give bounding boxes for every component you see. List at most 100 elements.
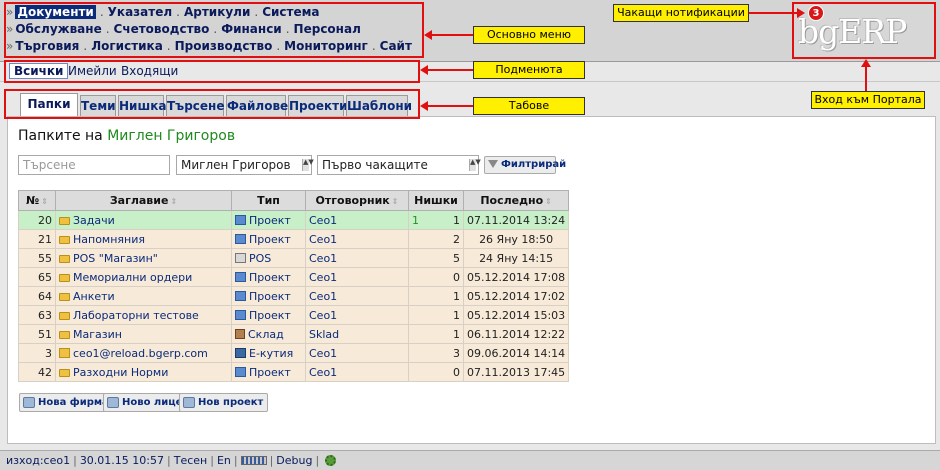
row-last-cell: 07.11.2014 13:24	[462, 210, 570, 230]
row-title-cell[interactable]: Разходни Норми	[55, 362, 232, 382]
row-title-cell[interactable]: ceo1@reload.bgerp.com	[55, 343, 232, 363]
row-number: 63	[18, 305, 56, 325]
row-last-cell: 24 Яну 14:15	[462, 248, 570, 268]
responsible-link[interactable]: Ceo1	[309, 290, 337, 303]
row-number: 64	[18, 286, 56, 306]
row-title-cell[interactable]: Магазин	[55, 324, 232, 344]
notifications-label: Чакащи нотификации	[613, 4, 749, 22]
debug-link[interactable]: Debug	[276, 454, 312, 467]
row-threads-cell: 1	[408, 324, 464, 344]
type-link[interactable]: Проект	[249, 366, 291, 379]
new-person-button[interactable]: Ново лице	[103, 393, 188, 412]
responsible-link[interactable]: Sklad	[309, 328, 339, 341]
col-header-threads: Нишки	[408, 190, 464, 211]
page-title-prefix: Папките на	[18, 128, 103, 144]
type-link[interactable]: Проект	[249, 290, 291, 303]
new-project-button[interactable]: Нов проект	[179, 393, 269, 412]
folder-icon	[59, 235, 70, 244]
person-icon	[107, 397, 119, 408]
type-link[interactable]: Проект	[249, 309, 291, 322]
filter-button[interactable]: Филтрирай	[484, 156, 566, 174]
col-header-responsible[interactable]: Отговорник ⇕	[305, 190, 409, 211]
barcode-icon[interactable]	[240, 456, 267, 465]
gear-icon[interactable]	[325, 455, 337, 466]
row-responsible-cell: Ceo1	[305, 362, 409, 382]
row-title-cell[interactable]: POS "Магазин"	[55, 248, 232, 268]
user-select[interactable]: Миглен Григоров ▲▼	[176, 155, 314, 175]
col-header-number[interactable]: № ⇕	[18, 190, 56, 211]
folder-link[interactable]: ceo1@reload.bgerp.com	[73, 347, 208, 360]
folder-link[interactable]: Задачи	[73, 214, 115, 227]
row-title-cell[interactable]: Анкети	[55, 286, 232, 306]
responsible-link[interactable]: Ceo1	[309, 347, 337, 360]
row-number: 55	[18, 248, 56, 268]
type-link[interactable]: Проект	[249, 271, 291, 284]
type-link[interactable]: Проект	[249, 214, 291, 227]
row-type-cell: Склад	[231, 324, 306, 344]
funnel-icon	[488, 160, 498, 168]
chevron-down-icon: ▲▼	[469, 159, 481, 171]
search-input[interactable]: Търсене	[18, 155, 170, 175]
folder-link[interactable]: Разходни Норми	[73, 366, 168, 379]
threads-count: 1	[453, 308, 460, 322]
project-icon	[235, 271, 246, 282]
col-header-title[interactable]: Заглавие ⇕	[55, 190, 232, 211]
type-link[interactable]: Склад	[248, 328, 284, 341]
new-company-button[interactable]: Нова фирма	[19, 393, 114, 412]
project-icon	[235, 309, 246, 320]
responsible-link[interactable]: Ceo1	[309, 366, 337, 379]
store-icon	[235, 328, 245, 339]
folder-icon	[59, 330, 70, 339]
row-responsible-cell: Ceo1	[305, 286, 409, 306]
row-title-cell[interactable]: Задачи	[55, 210, 232, 230]
threads-count: 1	[453, 213, 460, 227]
logout-link[interactable]: изход:ceo1	[6, 454, 70, 467]
order-select[interactable]: Първо чакащите ▲▼	[317, 155, 481, 175]
col-header-last[interactable]: Последно ⇕	[462, 190, 570, 211]
row-number: 3	[18, 343, 56, 363]
folder-link[interactable]: Магазин	[73, 328, 122, 341]
folder-link[interactable]: Анкети	[73, 290, 115, 303]
narrow-mode-link[interactable]: Тесен	[174, 454, 208, 467]
responsible-link[interactable]: Ceo1	[309, 271, 337, 284]
folder-link[interactable]: Мемориални ордери	[73, 271, 192, 284]
table-row: 20 Задачи Проект Ceo1 1 1 07.11.2014 13:24	[18, 210, 570, 230]
language-link[interactable]: En	[217, 454, 231, 467]
responsible-link[interactable]: Ceo1	[309, 233, 337, 246]
footer-bar: изход:ceo1 | 30.01.15 10:57 | Тесен | En | | Debu…	[0, 450, 940, 470]
col-header-type: Тип	[231, 190, 306, 211]
threads-count: 5	[453, 251, 460, 265]
row-type-cell: Проект	[231, 305, 306, 325]
responsible-link[interactable]: Ceo1	[309, 252, 337, 265]
row-type-cell: Проект	[231, 267, 306, 287]
responsible-link[interactable]: Ceo1	[309, 214, 337, 227]
row-responsible-cell: Sklad	[305, 324, 409, 344]
submenus-arrow-line	[428, 69, 473, 71]
threads-count: 0	[453, 270, 460, 284]
table-row: 3 ceo1@reload.bgerp.com Е-кутия Ceo1 3 09.06.…	[18, 343, 570, 363]
order-select-value: Първо чакащите	[322, 158, 428, 172]
folder-link[interactable]: POS "Магазин"	[73, 252, 158, 265]
row-title-cell[interactable]: Мемориални ордери	[55, 267, 232, 287]
row-title-cell[interactable]: Лабораторни тестове	[55, 305, 232, 325]
portal-arrow-head	[861, 59, 871, 67]
project-icon	[183, 397, 195, 408]
type-link[interactable]: Е-кутия	[249, 347, 293, 360]
type-link[interactable]: Проект	[249, 233, 291, 246]
folder-link[interactable]: Напомняния	[73, 233, 145, 246]
folder-icon	[59, 254, 70, 263]
threads-count: 2	[453, 232, 460, 246]
notifications-arrow-line	[749, 12, 797, 14]
submenus-label: Подменюта	[473, 61, 585, 79]
project-icon	[235, 214, 246, 225]
user-select-value: Миглен Григоров	[181, 158, 291, 172]
responsible-link[interactable]: Ceo1	[309, 309, 337, 322]
folders-table: № ⇕ Заглавие ⇕ Тип Отговорник ⇕ Нишки После…	[18, 190, 570, 382]
filter-button-label: Филтрирай	[501, 159, 567, 170]
type-link[interactable]: POS	[249, 252, 271, 265]
folder-link[interactable]: Лабораторни тестове	[73, 309, 199, 322]
portal-arrow-line	[865, 67, 867, 91]
table-row: 55 POS "Магазин" POS Ceo1 5 24 Яну 14:15	[18, 248, 570, 268]
row-number: 42	[18, 362, 56, 382]
row-title-cell[interactable]: Напомняния	[55, 229, 232, 249]
